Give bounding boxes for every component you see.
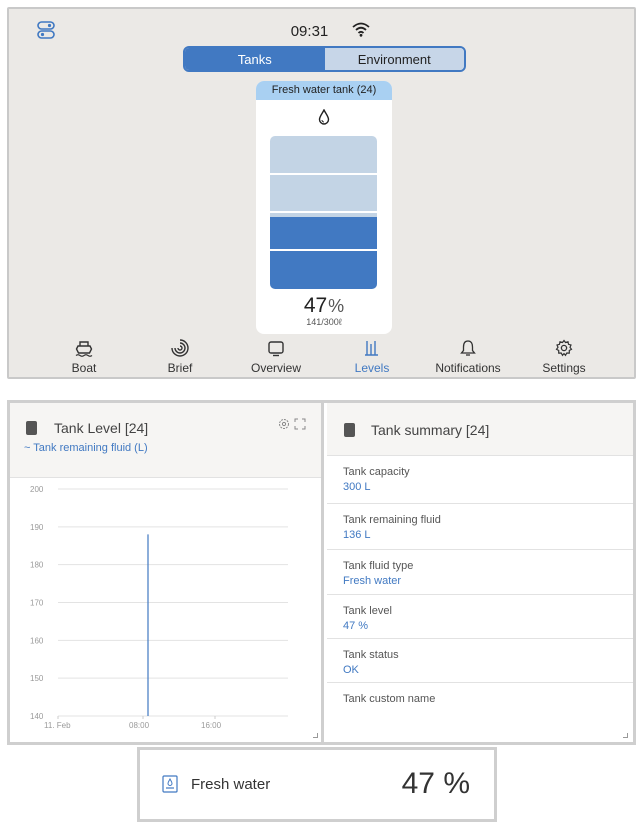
tank-level-panel: Tank Level [24] ~ Tank remaining fluid (… bbox=[10, 403, 324, 742]
summary-label: Tank capacity bbox=[343, 466, 410, 478]
nav-notifications-label: Notifications bbox=[435, 361, 501, 375]
summary-value: 300 L bbox=[343, 481, 371, 493]
tank-divider bbox=[270, 173, 377, 175]
status-bar: 09:31 bbox=[9, 9, 634, 49]
y-tick-label: 180 bbox=[30, 561, 44, 570]
levels-icon bbox=[365, 341, 378, 356]
nav-brief[interactable]: Brief bbox=[132, 337, 228, 375]
summary-row: Tank fluid type Fresh water bbox=[327, 550, 633, 595]
tab-environment[interactable]: Environment bbox=[324, 48, 464, 70]
view-toggle: Tanks Environment bbox=[183, 46, 466, 72]
legend-line-icon: ~ bbox=[24, 442, 31, 454]
nav-settings[interactable]: Settings bbox=[516, 337, 612, 375]
tank-level-bar bbox=[270, 136, 377, 289]
fresh-water-tile[interactable]: Fresh water 47 % bbox=[137, 747, 497, 822]
nav-boat[interactable]: Boat bbox=[36, 337, 132, 375]
nav-brief-label: Brief bbox=[167, 361, 193, 375]
y-tick-label: 170 bbox=[30, 599, 44, 608]
dashboard: Tank Level [24] ~ Tank remaining fluid (… bbox=[7, 400, 636, 745]
summary-row: Tank custom name bbox=[327, 683, 633, 742]
overview-icon bbox=[268, 341, 284, 357]
y-tick-label: 150 bbox=[30, 674, 44, 683]
nav-levels[interactable]: Levels bbox=[324, 337, 420, 375]
brief-icon bbox=[171, 339, 189, 357]
tank-icon bbox=[344, 423, 355, 437]
x-tick-label: 11. Feb bbox=[44, 721, 71, 730]
tank-percentage: 47% bbox=[303, 294, 345, 317]
tank-divider bbox=[270, 249, 377, 251]
x-tick-label: 08:00 bbox=[129, 721, 150, 730]
expand-icon[interactable] bbox=[294, 418, 306, 430]
tank-level-chart: 140 150 160 170 180 190 200 11. Feb 08:00 16:00 bbox=[30, 485, 288, 730]
summary-row: Tank remaining fluid 136 L bbox=[327, 504, 633, 550]
tank-level-panel-header: Tank Level [24] ~ Tank remaining fluid (… bbox=[10, 403, 321, 478]
tank-outline-icon bbox=[162, 775, 178, 793]
y-tick-label: 140 bbox=[30, 712, 44, 721]
device-screen: 09:31 Tanks Environment Fresh water tank… bbox=[7, 7, 636, 379]
summary-label: Tank fluid type bbox=[343, 560, 414, 572]
nav-overview[interactable]: Overview bbox=[228, 337, 324, 375]
summary-value: OK bbox=[343, 664, 359, 676]
tab-tanks[interactable]: Tanks bbox=[185, 48, 325, 70]
tank-divider bbox=[270, 211, 377, 213]
tank-volume: 141/300ℓ bbox=[306, 317, 342, 327]
tank-summary-title: Tank summary [24] bbox=[371, 422, 490, 438]
bottom-nav: Boat Brief Overview Levels Notifications… bbox=[9, 337, 634, 377]
bell-icon bbox=[460, 340, 476, 356]
tank-fill-segment bbox=[270, 217, 377, 289]
tank-level-panel-title: Tank Level [24] bbox=[54, 420, 149, 436]
summary-label: Tank level bbox=[343, 605, 392, 617]
gear-icon[interactable] bbox=[278, 418, 290, 430]
summary-value: 47 % bbox=[343, 620, 369, 632]
resize-handle[interactable] bbox=[313, 733, 318, 738]
summary-row: Tank status OK bbox=[327, 639, 633, 683]
nav-notifications[interactable]: Notifications bbox=[420, 337, 516, 375]
nav-settings-label: Settings bbox=[542, 361, 586, 375]
tile-value: 47 % bbox=[401, 767, 470, 800]
summary-label: Tank remaining fluid bbox=[343, 514, 441, 526]
nav-levels-label: Levels bbox=[354, 361, 390, 375]
tile-label: Fresh water bbox=[191, 776, 271, 793]
boat-icon bbox=[75, 341, 93, 357]
y-tick-label: 160 bbox=[30, 636, 44, 645]
summary-label: Tank status bbox=[343, 649, 399, 661]
nav-overview-label: Overview bbox=[250, 361, 301, 375]
resize-handle[interactable] bbox=[623, 733, 628, 738]
y-tick-label: 200 bbox=[30, 485, 44, 494]
summary-value: Fresh water bbox=[343, 575, 402, 587]
tank-empty-segment bbox=[270, 136, 377, 217]
y-tick-label: 190 bbox=[30, 523, 44, 532]
tank-card[interactable]: Fresh water tank (24) 47% 141/300ℓ bbox=[256, 81, 392, 334]
gear-icon bbox=[555, 339, 573, 357]
nav-boat-label: Boat bbox=[71, 361, 97, 375]
clock: 09:31 bbox=[290, 23, 329, 40]
tank-card-title: Fresh water tank (24) bbox=[256, 81, 392, 100]
tank-icon bbox=[26, 421, 37, 435]
summary-label: Tank custom name bbox=[343, 693, 436, 705]
tank-summary-header: Tank summary [24] bbox=[327, 403, 633, 456]
summary-value: 136 L bbox=[343, 529, 371, 541]
chart-legend[interactable]: ~ Tank remaining fluid (L) bbox=[24, 442, 148, 454]
summary-row: Tank capacity 300 L bbox=[327, 456, 633, 504]
x-tick-label: 16:00 bbox=[201, 721, 222, 730]
tank-summary-panel: Tank summary [24] Tank capacity 300 L Ta… bbox=[327, 403, 633, 742]
wifi-icon bbox=[352, 22, 370, 37]
water-drop-icon bbox=[318, 109, 330, 125]
summary-row: Tank level 47 % bbox=[327, 595, 633, 639]
